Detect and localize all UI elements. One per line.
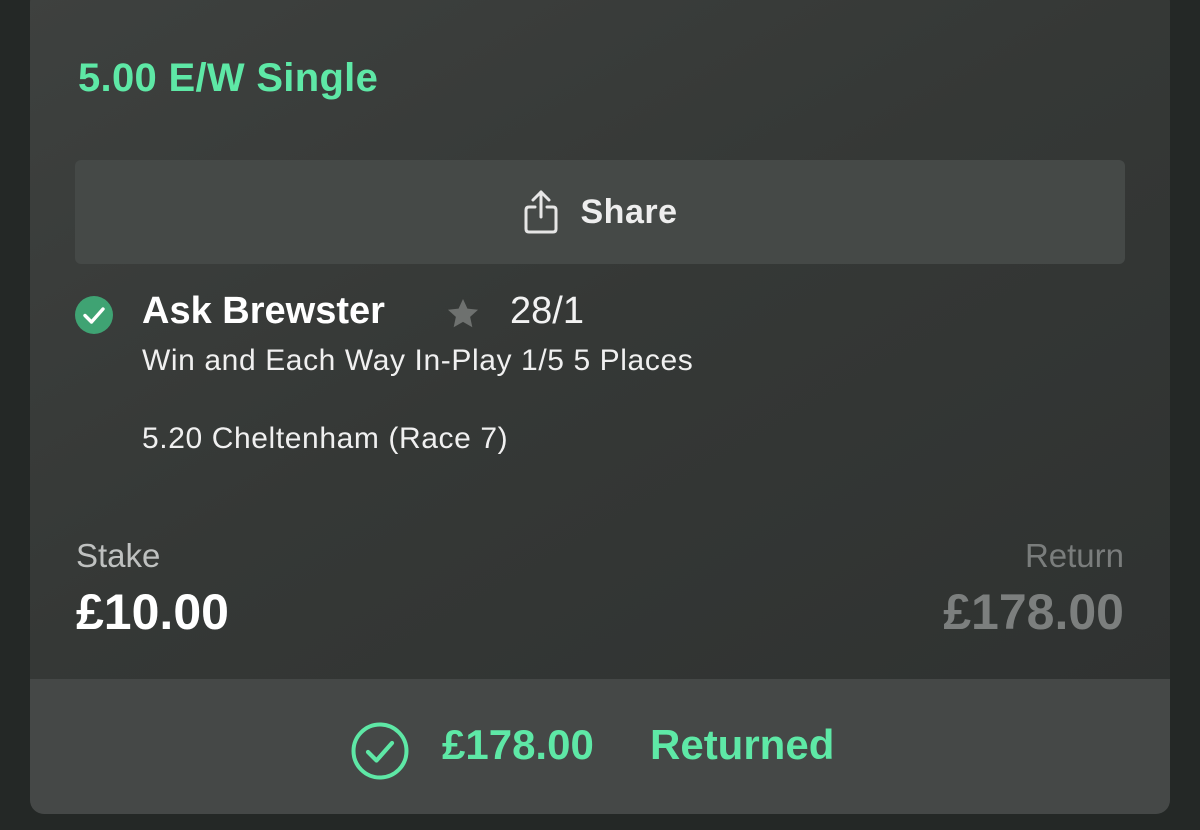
- returned-status: Returned: [650, 721, 835, 768]
- returned-footer: £178.00 Returned: [30, 679, 1170, 814]
- return-label: Return: [1024, 537, 1124, 574]
- stake-value: £10.00: [76, 584, 229, 640]
- star-icon[interactable]: [444, 295, 482, 333]
- share-label: Share: [580, 192, 678, 231]
- event-description: 5.20 Cheltenham (Race 7): [142, 422, 509, 455]
- check-circle-outline-icon: [351, 722, 409, 780]
- returned-amount: £178.00: [442, 721, 594, 768]
- bet-card: 5.00 E/W Single Share Ask Brewster 28/1 …: [30, 0, 1170, 814]
- bet-type-title: 5.00 E/W Single: [78, 56, 379, 100]
- selection-odds: 28/1: [510, 290, 584, 332]
- share-icon: [524, 190, 557, 234]
- stake-label: Stake: [76, 537, 161, 574]
- share-button[interactable]: Share: [75, 160, 1125, 264]
- selection-name: Ask Brewster: [142, 290, 385, 332]
- market-description: Win and Each Way In-Play 1/5 5 Places: [142, 344, 694, 377]
- check-circle-icon: [75, 296, 113, 334]
- return-value: £178.00: [943, 584, 1124, 640]
